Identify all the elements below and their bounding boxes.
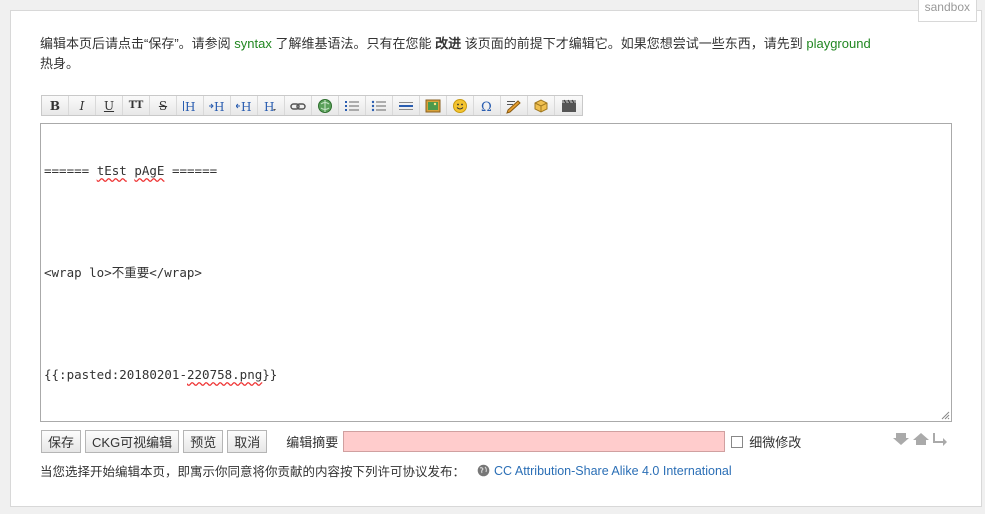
namespace-tab[interactable]: sandbox <box>917 0 977 22</box>
intro-improve: 改进 <box>435 36 462 51</box>
cc-globe-icon <box>477 464 490 477</box>
signature-icon[interactable] <box>501 96 528 115</box>
editor-line-1: ====== tEst pAgE ====== <box>44 163 218 178</box>
plugin-icon[interactable] <box>528 96 555 115</box>
heading-higher-icon[interactable]: H <box>231 96 258 115</box>
editor-line-2: <wrap lo>不重要</wrap> <box>44 265 202 280</box>
summary-label: 编辑摘要 <box>286 435 339 450</box>
italic-icon[interactable]: I <box>69 96 96 115</box>
svg-text:H: H <box>264 100 274 114</box>
resize-grip-icon[interactable] <box>940 410 950 420</box>
minor-edit-toggle[interactable]: 细微修改 <box>731 432 801 451</box>
intro-text-1: 编辑本页后请点击“保存”。请参阅 <box>40 36 235 51</box>
heading-same-icon[interactable]: H <box>177 96 204 115</box>
monospace-icon[interactable]: TT <box>123 96 150 115</box>
external-link-icon[interactable] <box>312 96 339 115</box>
link-icon[interactable] <box>285 96 312 115</box>
edit-actions: 保存 CKG可视编辑 预览 取消 编辑摘要 细微修改 <box>41 430 801 453</box>
arrow-down-icon[interactable] <box>892 432 910 446</box>
wiki-text-editor[interactable]: ====== tEst pAgE ====== <wrap lo>不重要</wr… <box>40 123 952 422</box>
intro-text-2: 了解维基语法。只有在您能 <box>271 36 436 51</box>
editor-toolbar: B I U TT S H H H H Ω <box>41 95 583 116</box>
svg-text:H: H <box>214 100 224 114</box>
license-notice: 当您选择开始编辑本页，即寓示你同意将你贡献的内容按下列许可协议发布： CC At… <box>40 461 732 480</box>
heading-lower-icon[interactable]: H <box>204 96 231 115</box>
horizontal-rule-icon[interactable] <box>393 96 420 115</box>
unordered-list-icon[interactable] <box>366 96 393 115</box>
save-button[interactable]: 保存 <box>41 430 82 453</box>
heading-select-icon[interactable]: H <box>258 96 285 115</box>
syntax-link[interactable]: syntax <box>234 36 272 51</box>
smiley-icon[interactable] <box>447 96 474 115</box>
license-text: 当您选择开始编辑本页，即寓示你同意将你贡献的内容按下列许可协议发布： <box>40 465 466 479</box>
intro-text-4: 热身。 <box>40 56 80 71</box>
ordered-list-icon[interactable] <box>339 96 366 115</box>
minor-edit-checkbox[interactable] <box>731 435 744 448</box>
playground-link[interactable]: playground <box>806 36 870 51</box>
intro-text-3: 该页面的前提下才编辑它。如果您想尝试一些东西，请先到 <box>461 36 807 51</box>
license-link[interactable]: CC Attribution-Share Alike 4.0 Internati… <box>494 464 732 478</box>
edit-page: sandbox 编辑本页后请点击“保存”。请参阅 syntax 了解维基语法。只… <box>10 0 982 507</box>
underline-icon[interactable]: U <box>96 96 123 115</box>
strikethrough-icon[interactable]: S <box>150 96 177 115</box>
edit-intro: 编辑本页后请点击“保存”。请参阅 syntax 了解维基语法。只有在您能 改进 … <box>40 34 950 74</box>
special-chars-icon[interactable]: Ω <box>474 96 501 115</box>
arrow-up-icon[interactable] <box>912 432 930 446</box>
bold-icon[interactable]: B <box>42 96 69 115</box>
media-icon[interactable] <box>555 96 582 115</box>
wrap-toggle-icon[interactable] <box>932 432 948 446</box>
minor-edit-label: 细微修改 <box>749 435 802 450</box>
size-controls <box>892 432 948 446</box>
cancel-button[interactable]: 取消 <box>227 430 268 453</box>
svg-text:H: H <box>185 100 195 114</box>
edit-summary-input[interactable] <box>343 431 726 452</box>
svg-text:Ω: Ω <box>481 100 492 114</box>
image-icon[interactable] <box>420 96 447 115</box>
ckg-visual-edit-button[interactable]: CKG可视编辑 <box>85 430 180 453</box>
preview-button[interactable]: 预览 <box>183 430 224 453</box>
svg-text:H: H <box>241 100 251 114</box>
editor-line-3: {{:pasted:20180201-220758.png}} <box>44 367 278 382</box>
